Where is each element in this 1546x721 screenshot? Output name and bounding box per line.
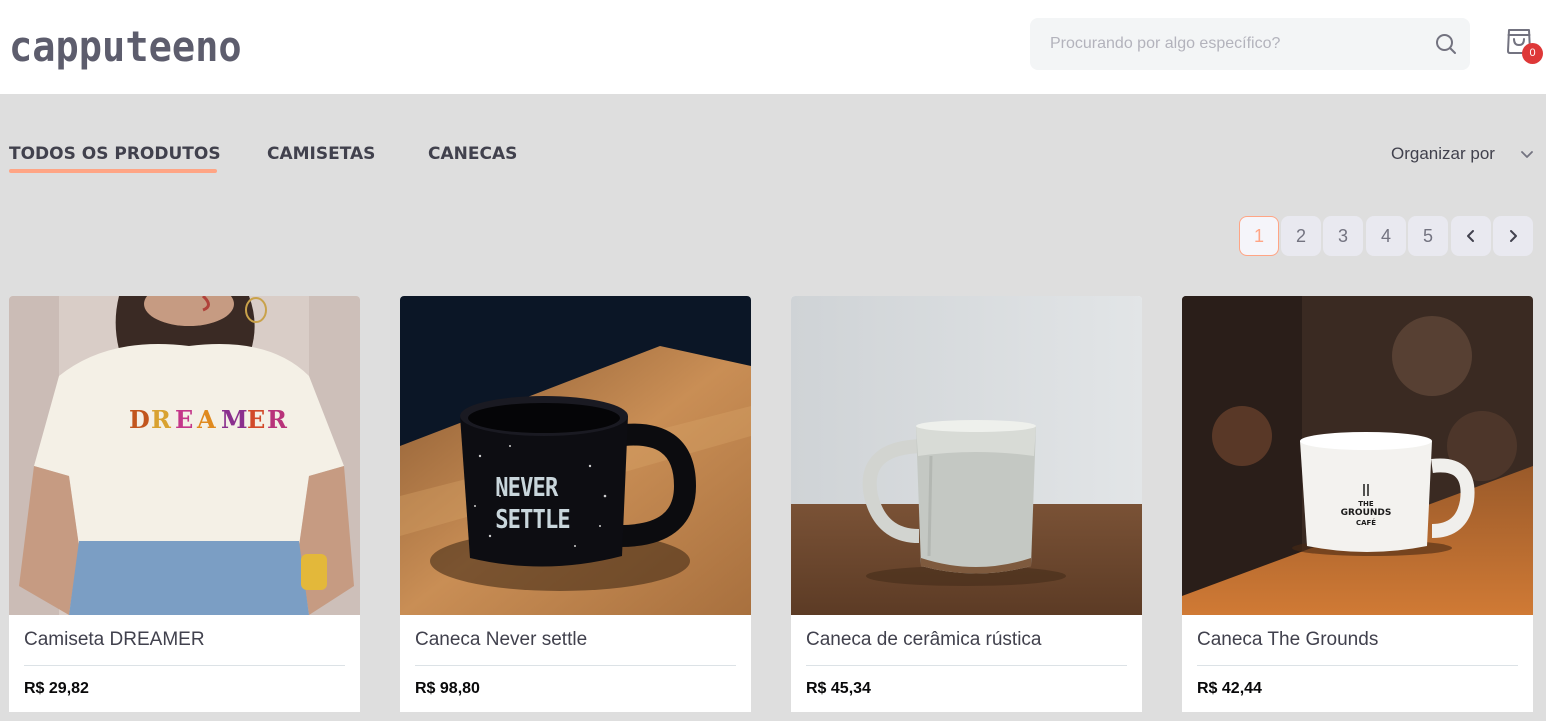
product-name[interactable]: Caneca The Grounds [1197,627,1378,653]
tab-camisetas[interactable]: CAMISETAS [267,142,375,166]
divider [806,665,1127,666]
product-price: R$ 42,44 [1197,680,1262,697]
svg-text:SETTLE: SETTLE [495,504,570,534]
chevron-left-icon [1467,230,1474,242]
search-input[interactable] [1030,18,1420,70]
product-image[interactable]: NEVER SETTLE [400,296,751,615]
next-page-button[interactable] [1493,216,1533,256]
page-button-1[interactable]: 1 [1239,216,1279,256]
page-button-4[interactable]: 4 [1366,216,1406,256]
previous-page-button[interactable] [1451,216,1491,256]
chevron-right-icon [1510,230,1517,242]
svg-text:GROUNDS: GROUNDS [1341,508,1392,518]
product-card[interactable]: THE GROUNDS CAFÉ Caneca The Grounds R$ 4… [1182,296,1533,712]
product-name[interactable]: Caneca Never settle [415,627,587,653]
svg-text:CAFÉ: CAFÉ [1356,518,1376,527]
product-card[interactable]: Caneca de cerâmica rústica R$ 45,34 [791,296,1142,712]
chevron-down-icon[interactable] [1519,147,1535,163]
search-icon[interactable] [1434,32,1458,56]
product-image[interactable]: D R E A M E R [9,296,360,615]
svg-text:E: E [175,405,196,434]
svg-text:THE: THE [1358,500,1374,508]
product-card[interactable]: NEVER SETTLE Caneca Never settle R$ 98,8… [400,296,751,712]
page-button-5[interactable]: 5 [1408,216,1448,256]
tab-canecas[interactable]: CANECAS [428,142,517,166]
product-price: R$ 45,34 [806,680,871,697]
svg-text:R: R [267,405,290,434]
search-bar [1030,18,1470,70]
divider [1197,665,1518,666]
active-tab-indicator [9,169,217,173]
cart-count-badge: 0 [1522,43,1543,64]
divider [24,665,345,666]
product-image[interactable]: THE GROUNDS CAFÉ [1182,296,1533,615]
svg-text:NEVER: NEVER [495,472,559,502]
product-image[interactable] [791,296,1142,615]
divider [415,665,736,666]
page-button-2[interactable]: 2 [1281,216,1321,256]
svg-text:E: E [247,405,268,434]
svg-text:A: A [196,405,219,434]
product-price: R$ 98,80 [415,680,480,697]
product-name[interactable]: Camiseta DREAMER [24,627,205,653]
product-price: R$ 29,82 [24,680,89,697]
sort-dropdown[interactable]: Organizar por [1391,143,1495,165]
product-name[interactable]: Caneca de cerâmica rústica [806,627,1042,653]
page-button-3[interactable]: 3 [1323,216,1363,256]
svg-text:R: R [151,405,174,434]
tab-todos-os-produtos[interactable]: TODOS OS PRODUTOS [9,142,221,166]
header: capputeeno [0,0,1546,94]
product-card[interactable]: D R E A M E R Camiseta DREAMER R$ 29,82 [9,296,360,712]
logo[interactable]: capputeeno [9,22,242,72]
svg-text:D: D [129,405,153,434]
